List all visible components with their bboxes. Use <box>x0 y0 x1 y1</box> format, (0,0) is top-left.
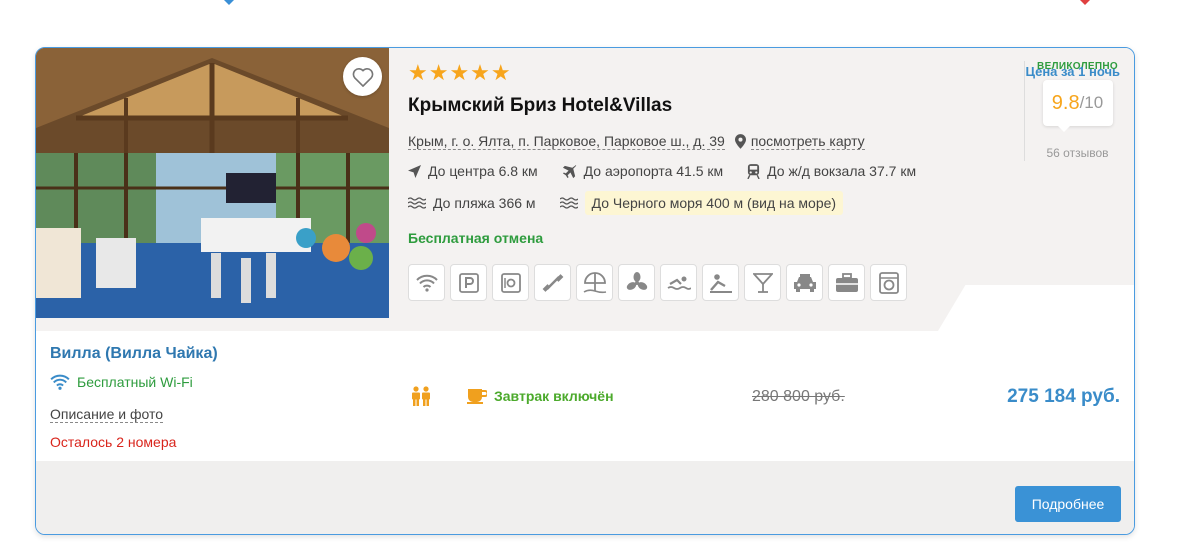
amenity-spa[interactable] <box>702 264 739 301</box>
hotel-card: ★★★★★ Крымский Бриз Hotel&Villas Крым, г… <box>35 47 1135 535</box>
amenities-list <box>408 264 907 301</box>
distance-airport: До аэропорта 41.5 км <box>562 163 723 179</box>
map-link[interactable]: посмотреть карту <box>734 133 865 150</box>
fan-icon <box>626 271 647 290</box>
amenity-wifi[interactable] <box>408 264 445 301</box>
distance-airport-label: До аэропорта 41.5 км <box>583 163 724 179</box>
description-link[interactable]: Описание и фото <box>50 406 164 423</box>
card-footer: Подробнее <box>36 461 1134 534</box>
amenity-gym[interactable] <box>534 264 571 301</box>
distance-beach-label: До пляжа 366 м <box>433 195 536 211</box>
amenity-taxi[interactable] <box>786 264 823 301</box>
hotel-header: ★★★★★ Крымский Бриз Hotel&Villas Крым, г… <box>36 48 1134 331</box>
pool-icon <box>667 276 691 290</box>
reviews-count[interactable]: 56 отзывов <box>1025 146 1130 160</box>
top-marker-blue <box>224 0 234 5</box>
waves-icon <box>408 197 426 209</box>
heart-icon <box>352 67 373 87</box>
new-price: 275 184 руб. <box>1007 386 1120 407</box>
coffee-cup-icon <box>467 389 487 404</box>
price-per-night-label: Цена за 1 ночь <box>1025 64 1120 79</box>
distance-center: До центра 6.8 км <box>408 163 538 179</box>
amenity-business[interactable] <box>828 264 865 301</box>
address-row: Крым, г. о. Ялта, п. Парковое, Парковое … <box>408 133 865 150</box>
favorite-button[interactable] <box>343 57 382 96</box>
wifi-icon <box>415 274 438 292</box>
airplane-icon <box>562 164 576 178</box>
distance-row: До центра 6.8 км До аэропорта 41.5 км До… <box>408 163 940 179</box>
safe-icon <box>500 272 521 293</box>
room-offer: Вилла (Вилла Чайка) Бесплатный Wi-Fi Опи… <box>36 331 1134 461</box>
hotel-name[interactable]: Крымский Бриз Hotel&Villas <box>408 95 672 117</box>
room-wifi-label: Бесплатный Wi-Fi <box>77 374 193 390</box>
top-marker-red <box>1080 0 1090 5</box>
gym-icon <box>542 273 563 292</box>
rooms-remaining: Осталось 2 номера <box>50 434 177 450</box>
old-price: 280 800 руб. <box>752 388 845 405</box>
amenity-beach[interactable] <box>576 264 613 301</box>
distance-row-water: До пляжа 366 м До Черного моря 400 м (ви… <box>408 191 867 215</box>
distance-station: До ж/д вокзала 37.7 км <box>747 163 916 179</box>
breakfast-info: Завтрак включён <box>467 388 614 404</box>
parking-icon <box>458 272 479 293</box>
wifi-icon <box>50 374 70 390</box>
room-wifi: Бесплатный Wi-Fi <box>50 374 193 390</box>
distance-sea: До Черного моря 400 м (вид на море) <box>559 191 844 215</box>
amenity-bar[interactable] <box>744 264 781 301</box>
details-button[interactable]: Подробнее <box>1015 486 1121 522</box>
spa-icon <box>709 273 732 293</box>
score-bubble: 9.8/10 <box>1042 80 1113 132</box>
price-per-night-tab <box>938 285 1134 331</box>
guests-icon <box>410 386 432 411</box>
hotel-address: Крым, г. о. Ялта, п. Парковое, Парковое … <box>408 133 725 150</box>
amenity-fan[interactable] <box>618 264 655 301</box>
location-pin-icon <box>734 134 746 149</box>
amenity-pool[interactable] <box>660 264 697 301</box>
breakfast-label: Завтрак включён <box>494 388 614 404</box>
score-value: 9.8 <box>1051 91 1080 114</box>
briefcase-icon <box>835 272 858 292</box>
amenity-parking[interactable] <box>450 264 487 301</box>
free-cancellation: Бесплатная отмена <box>408 230 544 246</box>
laundry-icon <box>878 271 899 294</box>
score-max: /10 <box>1079 93 1104 112</box>
amenity-laundry[interactable] <box>870 264 907 301</box>
amenity-safe[interactable] <box>492 264 529 301</box>
beach-umbrella-icon <box>583 271 606 293</box>
hotel-photo[interactable] <box>36 48 389 318</box>
distance-sea-label: До Черного моря 400 м (вид на море) <box>584 191 844 215</box>
bar-icon <box>752 272 773 293</box>
navigation-arrow-icon <box>408 164 421 178</box>
train-icon <box>747 163 760 179</box>
taxi-icon <box>793 273 816 292</box>
distance-station-label: До ж/д вокзала 37.7 км <box>767 163 917 179</box>
waves-icon <box>559 197 578 209</box>
room-title[interactable]: Вилла (Вилла Чайка) <box>50 345 218 363</box>
distance-center-label: До центра 6.8 км <box>428 163 538 179</box>
distance-beach: До пляжа 366 м <box>408 195 536 211</box>
map-link-label: посмотреть карту <box>750 133 865 150</box>
star-rating: ★★★★★ <box>408 60 512 85</box>
